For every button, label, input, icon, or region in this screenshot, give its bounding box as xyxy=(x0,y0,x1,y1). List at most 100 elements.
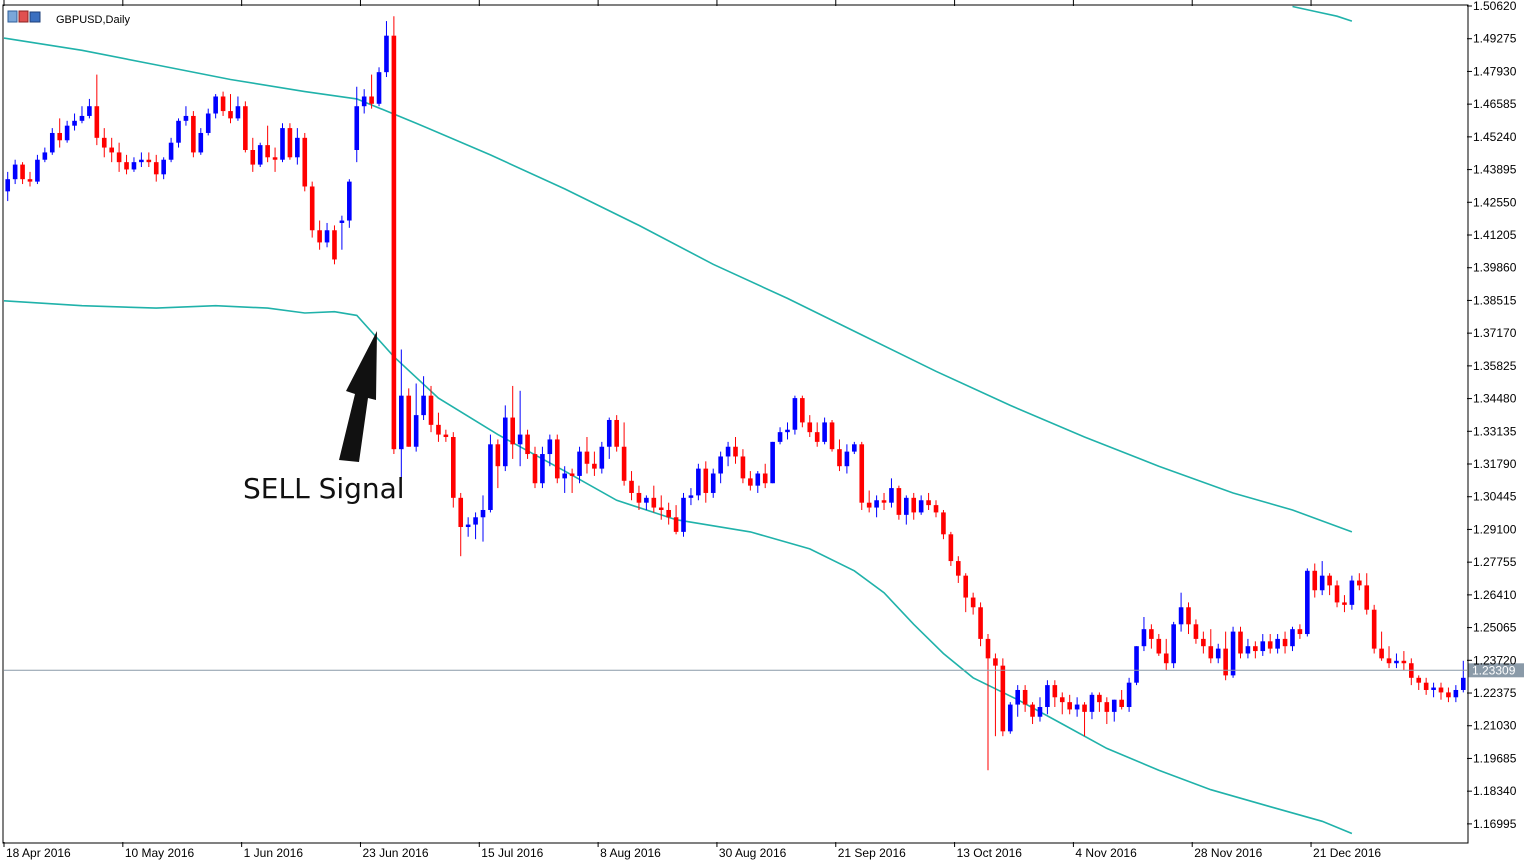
candle[interactable] xyxy=(280,123,285,163)
y-tick-label: 1.43895 xyxy=(1473,163,1517,177)
chart-window-icon[interactable] xyxy=(7,10,41,23)
candle[interactable] xyxy=(792,395,798,435)
candle[interactable] xyxy=(1305,568,1310,637)
candle[interactable] xyxy=(376,67,382,107)
candle-body xyxy=(12,164,18,180)
candle[interactable] xyxy=(450,432,456,508)
candle-body xyxy=(1371,609,1377,649)
candle-body xyxy=(101,137,107,148)
candle[interactable] xyxy=(191,111,196,158)
candle[interactable] xyxy=(347,179,352,228)
candle-body xyxy=(287,128,293,158)
y-tick-label: 1.50620 xyxy=(1473,0,1517,13)
candle-body xyxy=(1364,585,1370,610)
candle-body xyxy=(1089,694,1095,712)
candle-body xyxy=(1186,607,1191,625)
candle[interactable] xyxy=(554,434,560,484)
x-tick-label: 8 Aug 2016 xyxy=(600,846,661,860)
candle-body xyxy=(740,456,746,479)
y-tick-label: 1.25065 xyxy=(1473,621,1517,635)
candle-body xyxy=(985,638,991,659)
candle[interactable] xyxy=(488,434,493,513)
candle[interactable] xyxy=(406,388,412,447)
candle-body xyxy=(970,597,976,608)
candle-body xyxy=(295,137,300,158)
candle-body xyxy=(584,451,590,464)
candle-body xyxy=(1349,580,1355,605)
candle[interactable] xyxy=(287,123,293,160)
candle-body xyxy=(124,162,129,170)
candle-body xyxy=(1267,641,1273,649)
candle-body xyxy=(829,422,835,450)
candle-body xyxy=(399,395,404,450)
candle[interactable] xyxy=(1007,702,1013,734)
candle-body xyxy=(710,473,716,493)
candle-body xyxy=(1416,677,1422,683)
candle-body xyxy=(599,446,605,469)
candle[interactable] xyxy=(309,181,315,238)
candle[interactable] xyxy=(391,16,397,455)
candle[interactable] xyxy=(243,101,248,153)
candle[interactable] xyxy=(302,132,308,192)
candle-body xyxy=(1074,704,1080,710)
y-tick-label: 1.41205 xyxy=(1473,228,1517,242)
candle-body xyxy=(183,115,189,121)
candle[interactable] xyxy=(1171,621,1176,669)
candle-body xyxy=(532,454,538,484)
candle-body xyxy=(488,444,493,510)
candle[interactable] xyxy=(859,441,865,510)
chart-container[interactable]: 1.23309 1.50620 1.49275 1.47930 1.46585 1.45… xyxy=(0,0,1537,867)
candle[interactable] xyxy=(829,419,835,452)
candle-body xyxy=(1260,641,1266,652)
candle-body xyxy=(621,446,627,481)
candle[interactable] xyxy=(1371,604,1377,654)
candle[interactable] xyxy=(1349,575,1355,610)
candle-body xyxy=(1193,624,1199,639)
x-tick-label: 28 Nov 2016 xyxy=(1194,846,1262,860)
y-tick-label: 1.26410 xyxy=(1473,588,1517,602)
y-tick-label: 1.31790 xyxy=(1473,457,1517,471)
candle-body xyxy=(428,395,434,425)
candle[interactable] xyxy=(1126,677,1132,712)
candle-body xyxy=(361,96,367,107)
candle-body xyxy=(1007,704,1013,732)
candle-body xyxy=(1126,682,1132,708)
candle-body xyxy=(369,96,374,104)
y-tick-label: 1.23720 xyxy=(1473,653,1517,667)
candle[interactable] xyxy=(1134,646,1139,686)
candle-body xyxy=(837,449,842,467)
candle-body xyxy=(1342,602,1347,605)
candle[interactable] xyxy=(896,485,902,520)
candle-body xyxy=(614,419,619,447)
candle[interactable] xyxy=(696,463,701,501)
candle-body xyxy=(718,456,723,474)
candle-body xyxy=(146,159,152,163)
candle-body xyxy=(191,115,196,153)
candle-body xyxy=(161,159,166,175)
candle-body xyxy=(1111,699,1117,712)
candle-body xyxy=(688,495,694,498)
candle[interactable] xyxy=(681,492,686,537)
candle-body xyxy=(547,439,553,455)
candle-body xyxy=(918,500,924,513)
candle-body xyxy=(198,132,204,153)
candle[interactable] xyxy=(614,415,619,452)
candle-body xyxy=(139,159,144,163)
candle-body xyxy=(606,419,612,447)
candle-body xyxy=(1334,585,1340,603)
y-tick-label: 1.29100 xyxy=(1473,522,1517,536)
candle-body xyxy=(1052,685,1058,698)
candle[interactable] xyxy=(257,142,263,168)
y-tick-label: 1.18340 xyxy=(1473,784,1517,798)
candle-body xyxy=(963,575,969,598)
candle[interactable] xyxy=(948,531,954,566)
candle-body xyxy=(391,35,397,450)
candle-body xyxy=(792,398,798,430)
candle-body xyxy=(644,497,649,503)
candlestick-chart[interactable]: 1.23309 1.506201.492751.479301.465851.45… xyxy=(0,0,1537,867)
candle[interactable] xyxy=(770,441,775,484)
candle[interactable] xyxy=(332,225,337,265)
candle-body xyxy=(1446,692,1451,698)
candle-body xyxy=(1357,580,1362,586)
candle-body xyxy=(443,434,449,438)
